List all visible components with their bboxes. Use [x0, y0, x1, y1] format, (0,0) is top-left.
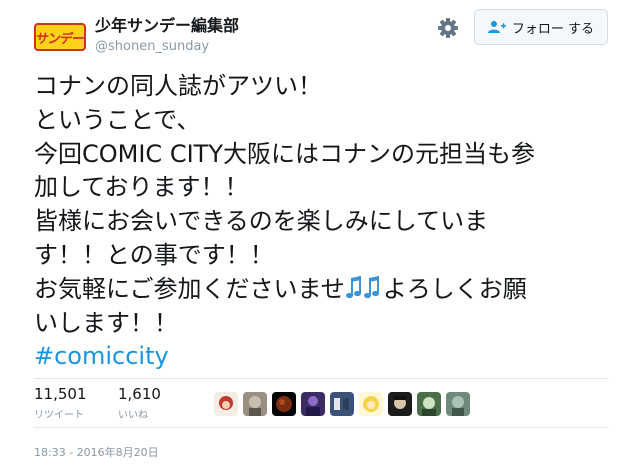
tweet-line: いします！！ — [34, 308, 178, 337]
liker-avatar[interactable] — [330, 392, 354, 416]
tweet-line: ということで、 — [34, 105, 201, 134]
tweet-line: す！！との事です！！ — [34, 240, 274, 269]
account-handle[interactable]: @shonen_sunday — [95, 39, 209, 54]
liker-avatar[interactable] — [243, 392, 267, 416]
tweet-header: サンデー 少年サンデー編集部 @shonen_sunday フォロー する — [0, 0, 640, 66]
retweet-count: 11,501 — [34, 385, 87, 403]
profile-avatar[interactable]: サンデー — [34, 23, 86, 51]
tweet-line: 皆様にお会いできるのを楽しみにしていま — [34, 207, 489, 236]
liker-avatar[interactable] — [417, 392, 441, 416]
account-name[interactable]: 少年サンデー編集部 — [95, 12, 239, 36]
gear-icon[interactable] — [436, 16, 460, 40]
liker-avatar[interactable] — [272, 392, 296, 416]
tweet-timestamp[interactable]: 18:33 - 2016年8月20日 — [34, 444, 159, 460]
add-user-icon — [487, 21, 506, 33]
divider — [34, 427, 609, 428]
tweet-line: お気軽にご参加くださいませ よろしくお願 — [34, 273, 609, 307]
tweet-text-segment: お気軽にご参加くださいませ — [34, 274, 345, 303]
divider — [34, 378, 609, 379]
musical-notes-icon — [345, 275, 383, 301]
follow-button-label: フォロー する — [511, 21, 595, 37]
avatar-logo-text: サンデー — [34, 31, 85, 47]
hashtag-link[interactable]: #comiccity — [34, 340, 609, 374]
liker-avatar[interactable] — [214, 392, 238, 416]
tweet-text-segment: よろしくお願 — [382, 274, 527, 303]
liker-avatar[interactable] — [301, 392, 325, 416]
tweet-line: 加しております！！ — [34, 173, 249, 202]
like-stat[interactable]: 1,610 いいね — [118, 385, 161, 421]
liker-avatar[interactable] — [388, 392, 412, 416]
retweet-stat[interactable]: 11,501 リツイート — [34, 385, 87, 421]
liker-avatar[interactable] — [359, 392, 383, 416]
follow-button[interactable]: フォロー する — [474, 9, 608, 45]
liker-avatars — [214, 392, 470, 416]
liker-avatar[interactable] — [446, 392, 470, 416]
retweet-label: リツイート — [34, 410, 84, 421]
tweet-line: 今回COMIC CITY大阪にはコナンの元担当も参 — [34, 139, 535, 168]
tweet-line: コナンの同人誌がアツい！ — [34, 72, 322, 100]
tweet-text: コナンの同人誌がアツい！ ということで、 今回COMIC CITY大阪にはコナン… — [34, 70, 609, 374]
like-label: いいね — [118, 410, 148, 421]
like-count: 1,610 — [118, 385, 161, 403]
